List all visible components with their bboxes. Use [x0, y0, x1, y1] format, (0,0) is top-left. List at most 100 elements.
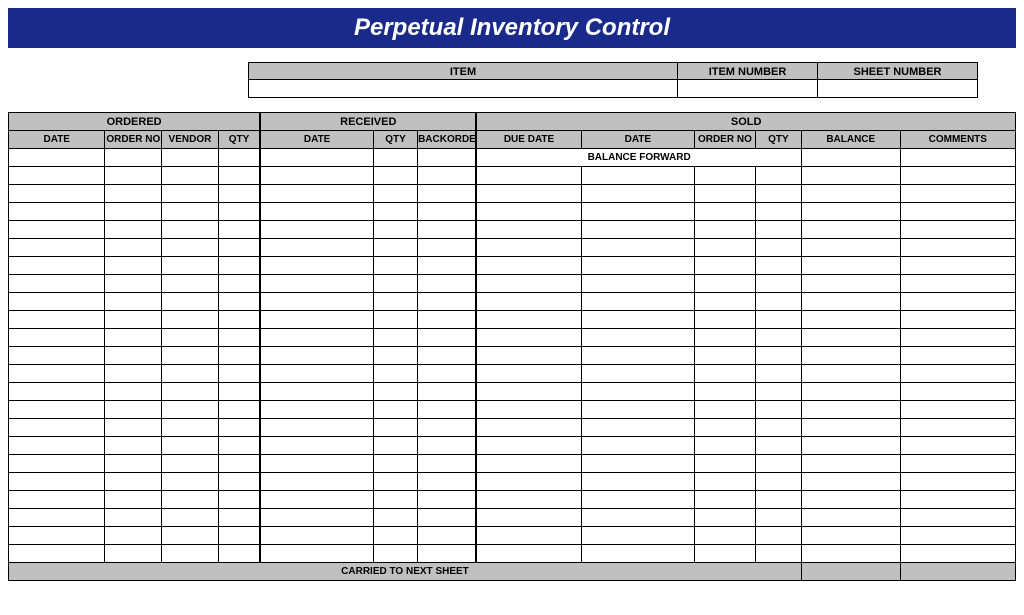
cell[interactable] [801, 473, 900, 491]
cell[interactable] [162, 185, 219, 203]
cell[interactable] [801, 275, 900, 293]
cell[interactable] [755, 383, 801, 401]
cell[interactable] [218, 527, 260, 545]
cell[interactable] [105, 437, 162, 455]
cell[interactable] [801, 167, 900, 185]
cell[interactable] [476, 311, 581, 329]
cell[interactable] [162, 275, 219, 293]
cell[interactable] [260, 275, 373, 293]
cell[interactable] [695, 491, 756, 509]
cell[interactable] [418, 311, 477, 329]
cell[interactable] [418, 293, 477, 311]
cell[interactable] [9, 527, 105, 545]
cell[interactable] [581, 347, 694, 365]
cell[interactable] [900, 149, 1015, 167]
cell[interactable] [218, 491, 260, 509]
cell[interactable] [695, 437, 756, 455]
cell[interactable] [418, 221, 477, 239]
cell[interactable] [9, 401, 105, 419]
cell[interactable] [374, 491, 418, 509]
cell[interactable] [162, 239, 219, 257]
cell[interactable] [801, 293, 900, 311]
cell[interactable] [801, 383, 900, 401]
cell[interactable] [476, 257, 581, 275]
cell[interactable] [476, 185, 581, 203]
cell[interactable] [105, 239, 162, 257]
cell[interactable] [374, 329, 418, 347]
cell[interactable] [695, 473, 756, 491]
cell[interactable] [105, 401, 162, 419]
cell[interactable] [218, 257, 260, 275]
cell[interactable] [476, 527, 581, 545]
cell[interactable] [755, 203, 801, 221]
cell[interactable] [162, 401, 219, 419]
cell[interactable] [374, 509, 418, 527]
cell[interactable] [418, 383, 477, 401]
cell[interactable] [581, 455, 694, 473]
cell[interactable] [9, 437, 105, 455]
cell[interactable] [695, 347, 756, 365]
cell[interactable] [374, 419, 418, 437]
cell[interactable] [581, 257, 694, 275]
cell[interactable] [418, 527, 477, 545]
cell[interactable] [105, 545, 162, 563]
cell[interactable] [476, 347, 581, 365]
cell[interactable] [218, 149, 260, 167]
cell[interactable] [695, 509, 756, 527]
cell[interactable] [218, 455, 260, 473]
cell[interactable] [260, 545, 373, 563]
cell[interactable] [900, 455, 1015, 473]
cell[interactable] [476, 491, 581, 509]
cell[interactable] [581, 545, 694, 563]
cell[interactable] [900, 329, 1015, 347]
cell[interactable] [9, 491, 105, 509]
cell[interactable] [162, 293, 219, 311]
cell[interactable] [755, 185, 801, 203]
cell[interactable] [260, 527, 373, 545]
cell[interactable] [260, 347, 373, 365]
cell[interactable] [755, 545, 801, 563]
cell[interactable] [695, 365, 756, 383]
cell[interactable] [374, 185, 418, 203]
sheet-number-value[interactable] [818, 80, 978, 98]
cell[interactable] [374, 545, 418, 563]
cell[interactable] [374, 347, 418, 365]
cell[interactable] [801, 329, 900, 347]
cell[interactable] [260, 221, 373, 239]
cell[interactable] [801, 491, 900, 509]
cell[interactable] [105, 383, 162, 401]
cell[interactable] [260, 149, 373, 167]
cell[interactable] [695, 275, 756, 293]
cell[interactable] [9, 239, 105, 257]
cell[interactable] [476, 401, 581, 419]
cell[interactable] [801, 509, 900, 527]
cell[interactable] [105, 509, 162, 527]
cell[interactable] [162, 167, 219, 185]
cell[interactable] [900, 293, 1015, 311]
cell[interactable] [218, 401, 260, 419]
cell[interactable] [9, 419, 105, 437]
cell[interactable] [695, 383, 756, 401]
cell[interactable] [476, 419, 581, 437]
cell[interactable] [105, 221, 162, 239]
cell[interactable] [900, 401, 1015, 419]
cell[interactable] [476, 473, 581, 491]
cell[interactable] [801, 185, 900, 203]
cell[interactable] [418, 239, 477, 257]
cell[interactable] [260, 203, 373, 221]
cell[interactable] [374, 527, 418, 545]
cell[interactable] [755, 239, 801, 257]
cell[interactable] [418, 167, 477, 185]
cell[interactable] [476, 509, 581, 527]
cell[interactable] [260, 167, 373, 185]
cell[interactable] [476, 239, 581, 257]
cell[interactable] [374, 293, 418, 311]
cell[interactable] [162, 365, 219, 383]
cell[interactable] [374, 239, 418, 257]
cell[interactable] [418, 437, 477, 455]
cell[interactable] [260, 293, 373, 311]
cell[interactable] [105, 149, 162, 167]
cell[interactable] [260, 185, 373, 203]
cell[interactable] [801, 347, 900, 365]
cell[interactable] [755, 293, 801, 311]
